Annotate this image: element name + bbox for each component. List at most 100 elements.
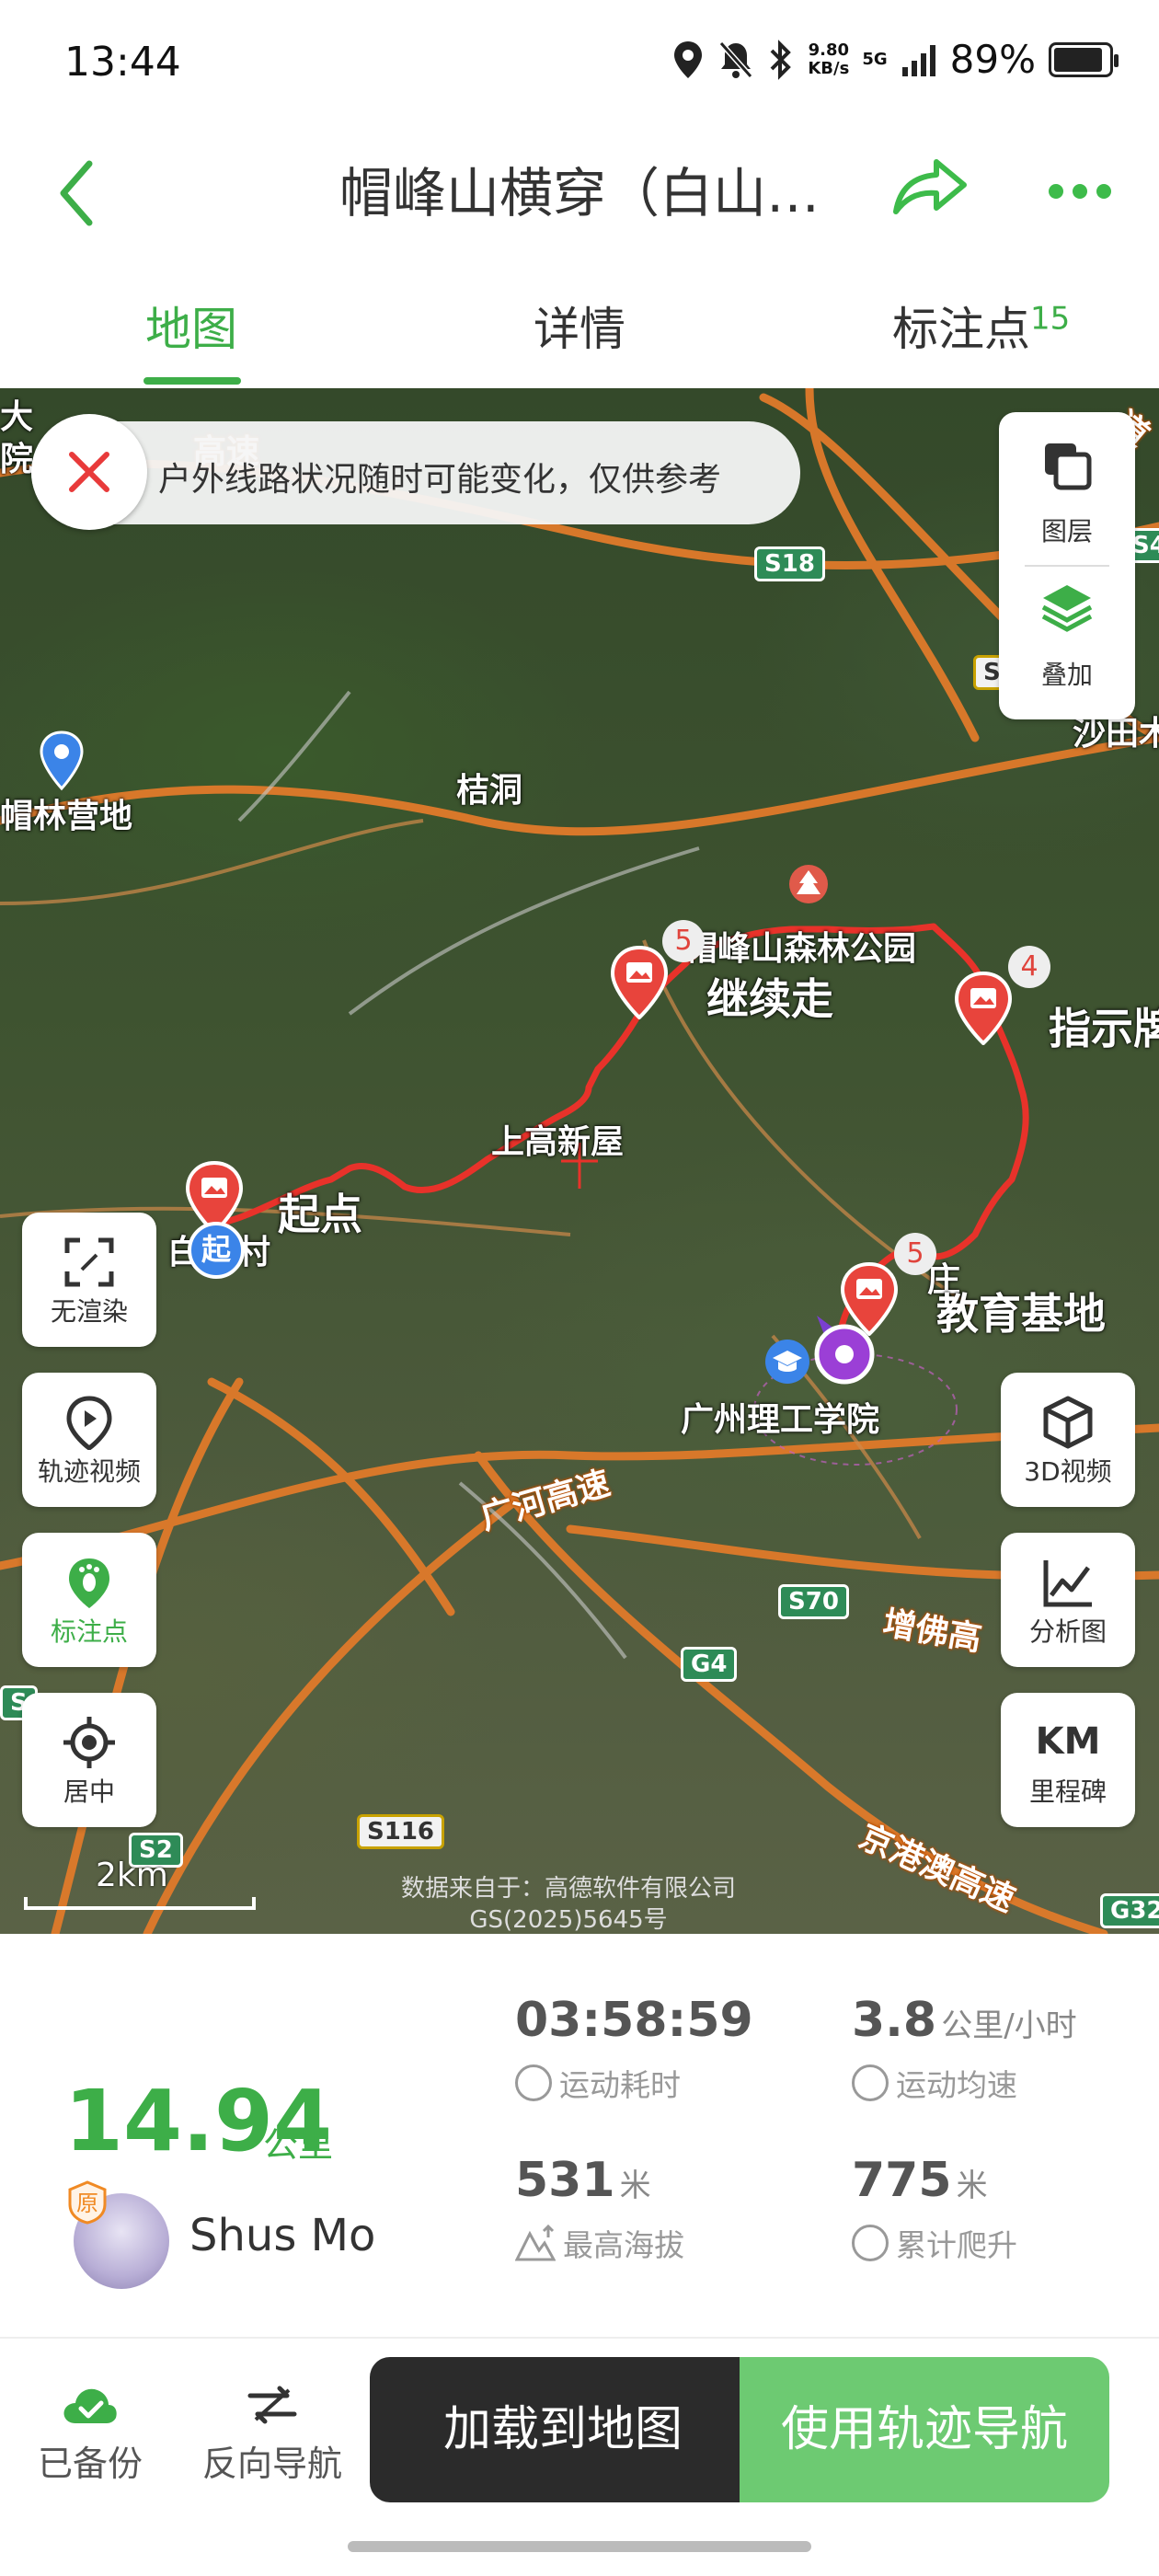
analysis-label: 分析图	[1028, 1616, 1107, 1647]
more-icon[interactable]	[1049, 184, 1111, 199]
moving-time-value: 03:58:59	[515, 1993, 753, 2048]
share-icon[interactable]	[890, 155, 970, 219]
target-icon	[63, 1717, 115, 1768]
waypoint-label-sign: 指示牌	[1049, 1004, 1159, 1053]
waypoint-label-start: 起点	[278, 1190, 362, 1239]
notice-close-button[interactable]	[31, 414, 147, 530]
reverse-nav-label: 反向导航	[201, 2444, 342, 2484]
close-icon	[69, 452, 109, 492]
track-video-button[interactable]: 轨迹视频	[22, 1373, 156, 1507]
place-label: 帽林营地	[0, 798, 133, 835]
fullscreen-icon	[64, 1237, 114, 1287]
use-track-navigation-button[interactable]: 使用轨迹导航	[740, 2357, 1109, 2502]
road-shield: S70	[778, 1584, 849, 1619]
mountain-icon	[515, 2225, 556, 2261]
climb-icon	[852, 2225, 889, 2261]
battery-icon	[1049, 41, 1119, 77]
milestone-button[interactable]: KM 里程碑	[1001, 1693, 1135, 1827]
road-shield: G32	[1100, 1893, 1159, 1928]
overlay-label: 叠加	[1040, 660, 1093, 690]
stat-avg-speed: 3.8 公里/小时 运动均速	[852, 1993, 1077, 2105]
center-button[interactable]: 居中	[22, 1693, 156, 1827]
moving-time-label: 运动耗时	[559, 2067, 681, 2103]
km-icon: KM	[1035, 1720, 1101, 1763]
campsite-pin-icon[interactable]	[39, 730, 85, 791]
distance-unit: 公里	[263, 2124, 334, 2165]
waypoint-count: 5	[894, 1233, 936, 1275]
center-label: 居中	[63, 1777, 115, 1807]
layers-label: 图层	[1040, 516, 1093, 546]
no-render-button[interactable]: 无渲染	[22, 1213, 156, 1347]
tab-waypoints-label: 标注点	[892, 303, 1030, 356]
cloud-check-icon	[63, 2388, 117, 2423]
avg-speed-unit: 公里/小时	[941, 2007, 1077, 2044]
stat-total-climb: 775 米 累计爬升	[852, 2153, 1017, 2265]
place-label: 帽峰山森林公园	[684, 930, 917, 968]
map-credit-line1: 数据来自于：高德软件有限公司	[401, 1875, 737, 1903]
net-speed-value: 9.80	[808, 40, 850, 60]
original-badge-text: 原	[76, 2191, 98, 2216]
status-time: 13:44	[64, 39, 181, 86]
waypoints-toggle-label: 标注点	[50, 1616, 128, 1647]
total-climb-unit: 米	[956, 2168, 988, 2204]
waypoint-label-base: 教育基地	[936, 1289, 1106, 1339]
avg-speed-value: 3.8	[852, 1993, 937, 2048]
signal-icon	[901, 44, 935, 76]
status-bar: 13:44 9.80 KB/s 5G 89%	[0, 0, 1159, 138]
backup-status[interactable]: 已备份	[7, 2383, 173, 2486]
photo-pin-icon[interactable]	[953, 972, 1014, 1045]
notice-text: 户外线路状况随时可能变化，仅供参考	[158, 461, 722, 499]
net-speed-unit: KB/s	[808, 58, 850, 78]
reverse-route-icon	[247, 2386, 297, 2424]
location-icon	[674, 40, 703, 78]
tab-details[interactable]: 详情	[534, 293, 625, 359]
max-altitude-unit: 米	[619, 2168, 651, 2204]
waypoint-count: 4	[1008, 946, 1050, 988]
tab-waypoints-badge: 15	[1030, 300, 1071, 338]
start-marker[interactable]: 起	[188, 1222, 245, 1279]
map-credit-line2: GS(2025)5645号	[469, 1906, 668, 1934]
map-scale-label: 2km	[96, 1857, 168, 1894]
backup-label: 已备份	[37, 2444, 143, 2484]
layers-button[interactable]: 图层	[999, 412, 1135, 565]
tab-waypoints[interactable]: 标注点15	[892, 293, 1070, 359]
waypoints-toggle-button[interactable]: 标注点	[22, 1533, 156, 1667]
analysis-button[interactable]: 分析图	[1001, 1533, 1135, 1667]
no-render-label: 无渲染	[50, 1296, 128, 1327]
3d-video-button[interactable]: 3D视频	[1001, 1373, 1135, 1507]
overlay-stack-icon	[1041, 585, 1093, 632]
footprint-icon	[69, 1558, 109, 1608]
stat-max-altitude: 531 米 最高海拔	[515, 2153, 684, 2265]
original-badge-icon: 原	[68, 2180, 107, 2225]
net-speed: 9.80 KB/s	[808, 40, 850, 78]
photo-pin-icon[interactable]	[609, 946, 670, 1019]
map-scale-bar	[24, 1897, 256, 1910]
reverse-nav-button[interactable]: 反向导航	[189, 2383, 355, 2486]
road-shield: G4	[681, 1647, 738, 1682]
place-label: 院	[0, 441, 34, 478]
video-pin-icon	[66, 1396, 112, 1450]
road-shield: S116	[357, 1814, 444, 1849]
place-label: 大	[0, 398, 34, 436]
end-marker-icon[interactable]	[809, 1312, 876, 1389]
tab-map[interactable]: 地图	[145, 293, 237, 359]
status-icons: 9.80 KB/s 5G 89%	[671, 37, 1119, 82]
speedometer-icon	[852, 2064, 889, 2101]
home-indicator[interactable]	[348, 2541, 811, 2552]
overlay-button[interactable]: 叠加	[999, 567, 1135, 719]
place-label: 桔洞	[456, 772, 523, 810]
stat-moving-time: 03:58:59 运动耗时	[515, 1993, 753, 2105]
map-view[interactable]: S18 S2 S4 S70 G4 S116 S2 S G32 高速 广河高速 增…	[0, 388, 1159, 1934]
load-to-map-button[interactable]: 加载到地图	[370, 2357, 756, 2502]
back-icon[interactable]	[51, 156, 106, 230]
milestone-label: 里程碑	[1028, 1777, 1107, 1807]
bluetooth-icon	[770, 39, 792, 80]
tab-active-indicator	[143, 377, 241, 385]
avg-speed-label: 运动均速	[896, 2067, 1017, 2103]
track-video-label: 轨迹视频	[37, 1456, 141, 1487]
max-altitude-value: 531	[515, 2153, 615, 2208]
cube-icon	[1043, 1396, 1093, 1449]
3d-video-label: 3D视频	[1024, 1456, 1112, 1487]
layer-panel: 图层 叠加	[999, 412, 1135, 719]
user-name[interactable]: Shus Mo	[189, 2210, 375, 2261]
